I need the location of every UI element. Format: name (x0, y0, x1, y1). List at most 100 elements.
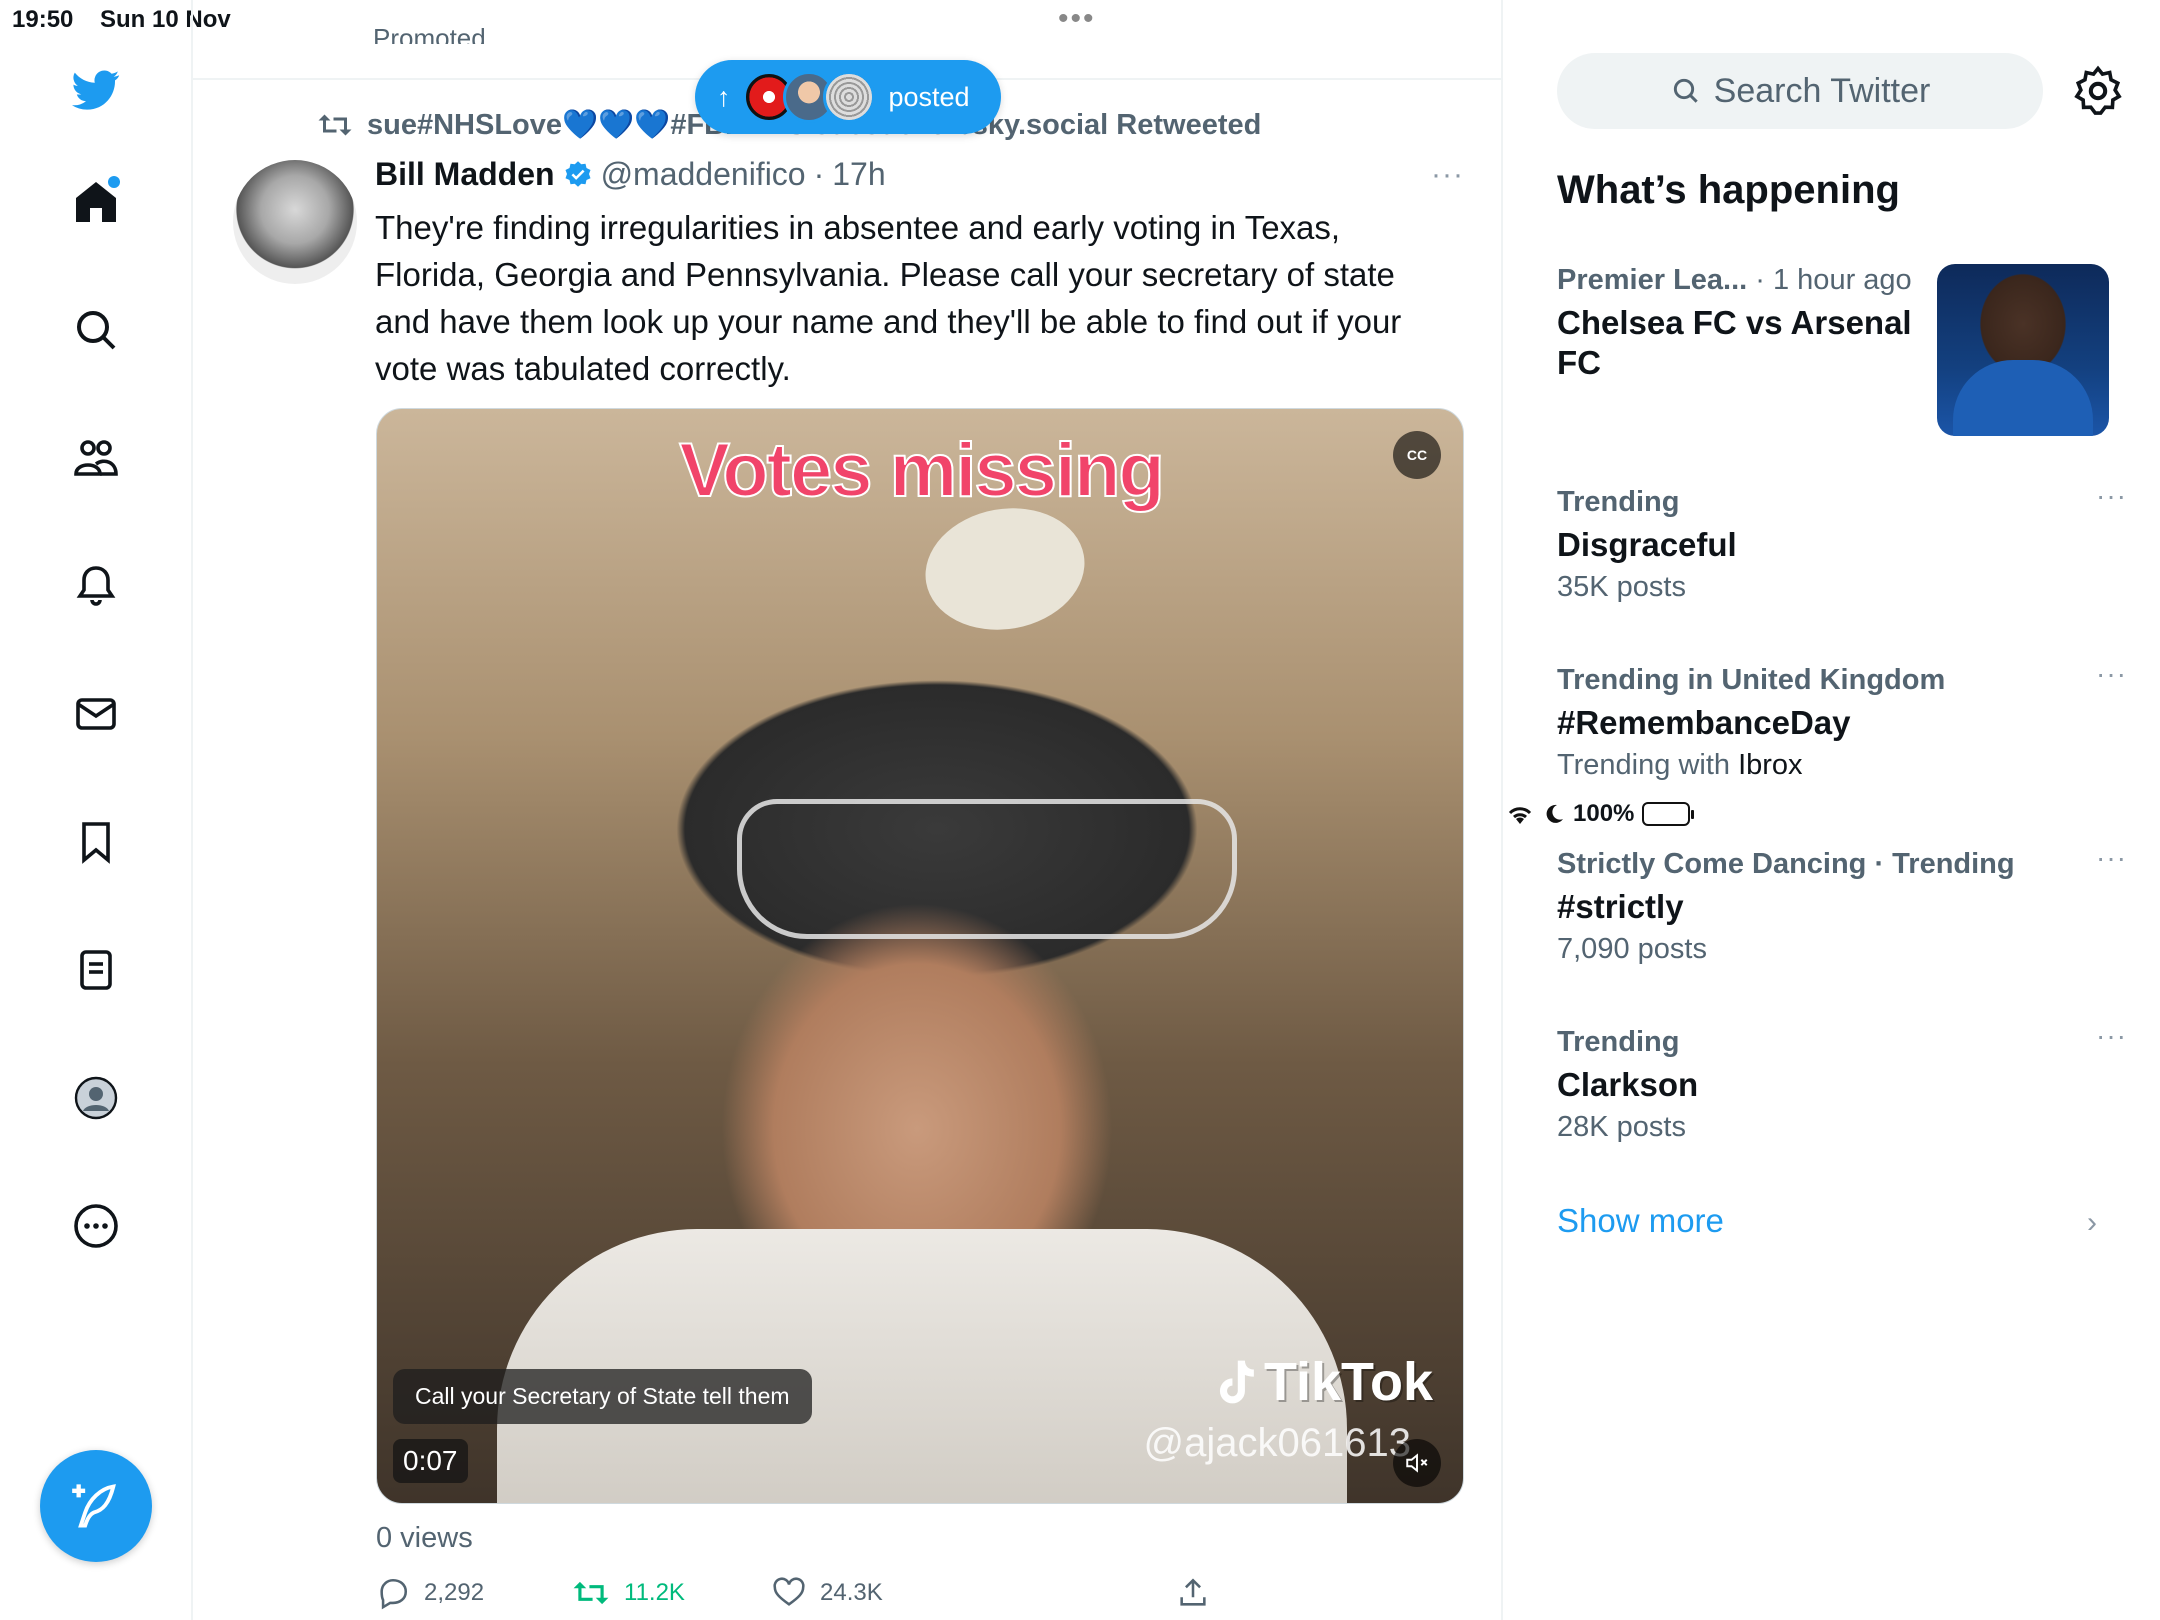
trend-item[interactable]: Trending Clarkson 28K posts ··· (1557, 1020, 2127, 1144)
nav-home[interactable] (66, 172, 126, 232)
new-posts-label: posted (888, 81, 970, 112)
show-more-link[interactable]: Show more (1557, 1202, 1724, 1240)
trend-post-count: 7,090 posts (1557, 933, 1707, 965)
gear-icon (2074, 65, 2122, 115)
trend-item[interactable]: Trending Disgraceful 35K posts ··· (1557, 480, 2127, 604)
trend-item[interactable]: Strictly Come Dancing · Trending #strict… (1557, 842, 2127, 966)
heart-icon (773, 1577, 805, 1606)
profile-avatar-icon (74, 1076, 118, 1120)
tweet-more-button[interactable]: ··· (1431, 158, 1464, 192)
trend-context: Strictly Come Dancing · Trending (1557, 848, 2015, 880)
author-name[interactable]: Bill Madden (375, 156, 555, 193)
home-notification-dot (108, 176, 120, 188)
retweet-icon (573, 1581, 609, 1605)
trend-more-button[interactable]: ··· (2096, 1020, 2127, 1052)
trend-more-button[interactable]: ··· (2096, 842, 2127, 874)
trend-context: Trending (1557, 486, 1680, 518)
reply-button[interactable]: 2,292 (376, 1576, 484, 1610)
like-count: 24.3K (820, 1579, 883, 1606)
new-posts-pill[interactable]: ↑ posted (695, 60, 1001, 134)
speaker-muted-icon (1406, 1453, 1428, 1473)
video-overlay-title: Votes missing (678, 427, 1166, 514)
tiktok-logo-icon (1219, 1360, 1254, 1404)
view-count: 0 views (376, 1522, 473, 1554)
trend-more-button[interactable]: ··· (2096, 480, 2127, 512)
trend-topic: Chelsea FC vs Arsenal FC (1557, 304, 1912, 381)
trend-item[interactable]: Trending in United Kingdom #RemembanceDa… (1557, 658, 2127, 782)
tweet-video[interactable]: Votes missing CC TikTok @ajack061613 Cal… (376, 408, 1464, 1504)
bell-icon (76, 566, 116, 606)
trend-subtext: Trending with Ibrox (1557, 749, 1803, 781)
nav-explore[interactable] (66, 300, 126, 360)
envelope-icon (76, 698, 116, 730)
trend-topic: Disgraceful (1557, 526, 1737, 563)
nav-communities[interactable] (66, 428, 126, 488)
tiktok-handle: @ajack061613 (1143, 1421, 1411, 1465)
trend-context: Premier Lea... · 1 hour ago (1557, 264, 1937, 297)
trend-context: Trending in United Kingdom (1557, 664, 1946, 696)
reply-icon (380, 1578, 408, 1610)
feather-plus-icon (72, 1484, 116, 1528)
trend-post-count: 28K posts (1557, 1111, 1686, 1143)
retweet-button[interactable]: 11.2K (572, 1576, 685, 1610)
tweet-time[interactable]: 17h (832, 156, 885, 193)
tweet-text: They're finding irregularities in absent… (375, 209, 1402, 387)
verified-badge-icon (565, 160, 591, 187)
settings-button[interactable] (2071, 64, 2125, 118)
video-duration: 0:07 (393, 1439, 468, 1483)
nav-notifications[interactable] (66, 556, 126, 616)
retweet-icon (318, 114, 352, 136)
mute-button[interactable] (1393, 1439, 1441, 1487)
compose-tweet-button[interactable] (40, 1450, 152, 1562)
share-button[interactable] (1176, 1576, 1210, 1610)
avatar (822, 71, 875, 123)
tiktok-label: TikTok (1263, 1352, 1433, 1412)
video-caption: Call your Secretary of State tell them (393, 1369, 812, 1424)
list-icon (80, 950, 112, 990)
trend-item[interactable]: Premier Lea... · 1 hour ago Chelsea FC v… (1557, 264, 1937, 383)
chevron-right-icon: › (2087, 1206, 2097, 1239)
main-feed: Promoted sue#NHSLove💙💙💙#FBPNHS suesue23.… (193, 0, 1503, 1620)
separator: · (813, 156, 825, 192)
right-sidebar: Search Twitter What’s happening Premier … (1505, 0, 2160, 1620)
trend-context: Trending (1557, 1026, 1680, 1058)
like-button[interactable]: 24.3K (772, 1576, 883, 1610)
arrow-up-icon: ↑ (717, 81, 731, 112)
nav-messages[interactable] (66, 684, 126, 744)
video-frame-detail (915, 496, 1095, 642)
reply-count: 2,292 (424, 1579, 485, 1606)
trend-topic: #RemembanceDay (1557, 704, 1851, 741)
trend-topic: Clarkson (1557, 1066, 1699, 1103)
nav-more[interactable] (66, 1196, 126, 1256)
trend-time: · 1 hour ago (1755, 264, 1912, 296)
tiktok-watermark: TikTok (1214, 1351, 1433, 1413)
trend-thumbnail[interactable] (1937, 264, 2109, 436)
whats-happening-title: What’s happening (1557, 168, 1900, 212)
search-placeholder: Search Twitter (1713, 71, 1931, 110)
share-icon (1180, 1578, 1206, 1606)
nav-lists[interactable] (66, 940, 126, 1000)
closed-captions-button[interactable]: CC (1393, 431, 1441, 479)
tweet-actions: 2,292 11.2K 24.3K (376, 1576, 1456, 1616)
bookmark-icon (82, 822, 110, 864)
tweet-header: Bill Madden @maddenifico · 17h (375, 156, 886, 193)
nav-bookmarks[interactable] (66, 812, 126, 872)
more-circle-icon (74, 1204, 118, 1248)
promoted-label: Promoted (373, 23, 486, 44)
twitter-logo-icon[interactable] (66, 60, 126, 120)
search-input[interactable]: Search Twitter (1557, 53, 2043, 129)
nav-profile[interactable] (66, 1068, 126, 1128)
video-frame-detail (737, 799, 1237, 939)
trend-post-count: 35K posts (1557, 571, 1686, 603)
author-handle[interactable]: @maddenifico (601, 156, 806, 193)
pill-avatars (742, 71, 875, 123)
trend-more-button[interactable]: ··· (2096, 658, 2127, 690)
retweet-count: 11.2K (624, 1579, 685, 1606)
left-nav (0, 0, 193, 1620)
search-icon (77, 311, 116, 350)
trend-topic: #strictly (1557, 888, 1684, 925)
communities-icon (74, 440, 118, 476)
author-avatar[interactable] (233, 160, 357, 284)
trend-category: Premier Lea... (1557, 264, 1748, 296)
search-icon (1673, 78, 1698, 103)
